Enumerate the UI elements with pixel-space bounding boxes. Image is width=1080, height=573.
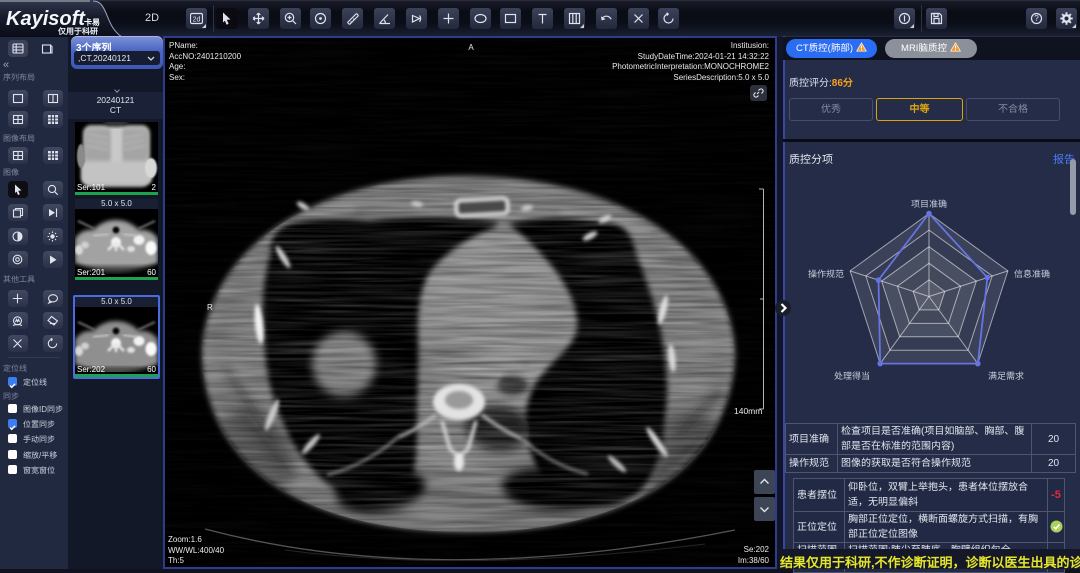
svg-text:处理得当: 处理得当: [834, 371, 870, 381]
svg-text:2d: 2d: [193, 17, 201, 24]
svg-text:操作规范: 操作规范: [808, 269, 844, 279]
svg-text:仅用于科研: 仅用于科研: [57, 27, 98, 36]
svg-text:满足需求: 满足需求: [988, 371, 1024, 381]
svg-text:信息准确: 信息准确: [1014, 269, 1050, 279]
svg-text:?: ?: [1034, 14, 1039, 23]
svg-text:项目准确: 项目准确: [911, 199, 947, 209]
svg-text:卡易: 卡易: [84, 18, 100, 27]
